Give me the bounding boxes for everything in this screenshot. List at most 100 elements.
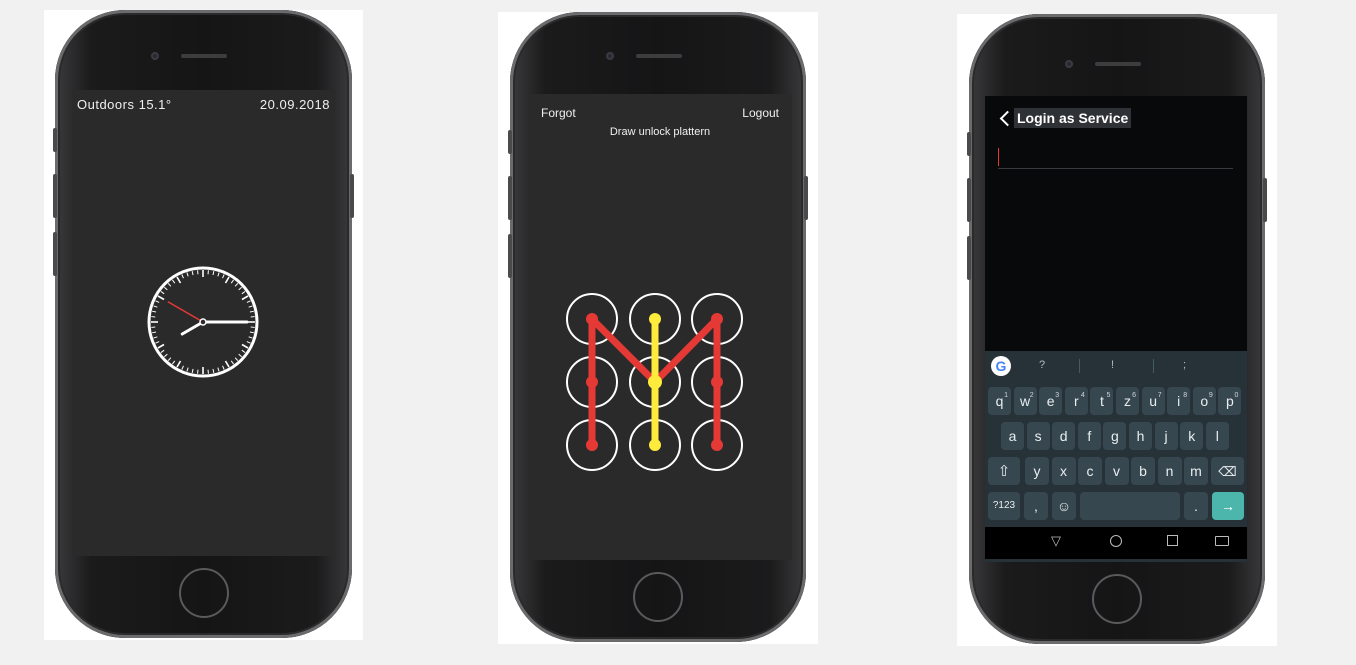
home-button[interactable] (633, 572, 683, 622)
clock-tick (155, 300, 160, 303)
key-g[interactable]: g (1103, 422, 1127, 450)
key-v[interactable]: v (1104, 457, 1129, 485)
power-button (1263, 178, 1267, 222)
clock-tick (224, 276, 230, 284)
clock-tick (222, 274, 225, 279)
back-triangle-icon[interactable]: ▽ (1051, 533, 1061, 549)
earpiece-speaker (1095, 62, 1141, 66)
clock-tick (172, 279, 176, 284)
key-i[interactable]: i8 (1167, 387, 1191, 415)
key-n[interactable]: n (1157, 457, 1182, 485)
home-button[interactable] (179, 568, 229, 618)
clock-tick (230, 279, 234, 284)
key-s[interactable]: s (1026, 422, 1050, 450)
key-q[interactable]: q1 (988, 387, 1011, 415)
home-circle-icon[interactable] (1110, 535, 1122, 547)
clock-tick (157, 295, 165, 301)
keyboard-switch-icon[interactable] (1215, 536, 1229, 546)
key-o[interactable]: o9 (1192, 387, 1216, 415)
enter-key[interactable]: → (1212, 492, 1244, 520)
service-password-input[interactable] (998, 148, 1233, 169)
key-x[interactable]: x (1051, 457, 1076, 485)
key-d[interactable]: d (1052, 422, 1076, 450)
key-l[interactable]: l (1205, 422, 1229, 450)
volume-down-button (508, 234, 512, 278)
key-y[interactable]: y (1025, 457, 1049, 485)
login-screen: Login as Service G ? ! ; q1w2e3r4t5z6u7i… (985, 96, 1247, 562)
logout-link[interactable]: Logout (742, 106, 779, 120)
key-c[interactable]: c (1078, 457, 1102, 485)
key-e[interactable]: e3 (1039, 387, 1063, 415)
clock-tick (191, 271, 194, 276)
key-a[interactable]: a (1001, 422, 1024, 450)
home-button[interactable] (1092, 574, 1142, 624)
key-w[interactable]: w2 (1013, 387, 1037, 415)
key-h[interactable]: h (1129, 422, 1152, 450)
suggestion-item[interactable]: ? (1039, 359, 1045, 371)
key-f[interactable]: f (1077, 422, 1101, 450)
key-t[interactable]: t5 (1090, 387, 1114, 415)
front-camera (1065, 60, 1073, 68)
clock-tick (160, 349, 165, 353)
key-k[interactable]: k (1180, 422, 1204, 450)
emoji-key[interactable]: ☺ (1052, 492, 1076, 520)
clock-tick (186, 272, 189, 277)
clock-tick (241, 291, 246, 295)
forgot-link[interactable]: Forgot (541, 106, 576, 120)
suggestion-divider (1079, 359, 1080, 373)
recents-square-icon[interactable] (1167, 535, 1178, 546)
clock-tick (241, 343, 249, 349)
clock-tick (249, 310, 254, 313)
key-b[interactable]: b (1131, 457, 1155, 485)
google-g-icon[interactable]: G (991, 356, 1011, 376)
suggestion-item[interactable]: ; (1183, 359, 1186, 371)
clock-tick (212, 271, 215, 276)
clock-tick (238, 353, 242, 358)
clock-tick (176, 360, 182, 368)
clock-tick (191, 368, 194, 373)
suggestion-bar: G ? ! ; (985, 351, 1247, 381)
clock-tick (181, 365, 184, 370)
key-hint: 3 (1055, 392, 1060, 399)
key-hint: 8 (1183, 392, 1188, 399)
key-j[interactable]: j (1154, 422, 1178, 450)
clock-tick (248, 305, 253, 308)
chevron-left-icon (999, 110, 1016, 127)
unlock-hint: Draw unlock plattern (609, 126, 711, 138)
key-hint: 7 (1157, 392, 1162, 399)
date-label: 20.09.2018 (259, 97, 330, 112)
key-u[interactable]: u7 (1141, 387, 1165, 415)
keyboard-row-1: q1w2e3r4t5z6u7i8o9p0 (985, 387, 1247, 415)
key-r[interactable]: r4 (1064, 387, 1088, 415)
suggestion-divider (1153, 359, 1154, 373)
second-hand (167, 301, 204, 323)
key-m[interactable]: m (1184, 457, 1208, 485)
key-hint: 2 (1029, 392, 1034, 399)
page-title: Login as Service (1014, 108, 1132, 128)
volume-down-button (967, 236, 971, 280)
symbols-key[interactable]: ?123 (988, 492, 1020, 520)
phone-card-login: Login as Service G ? ! ; q1w2e3r4t5z6u7i… (957, 14, 1277, 646)
clock-tick (167, 357, 172, 361)
clock-tick (157, 343, 165, 349)
navigation-bar: ▽ (985, 527, 1247, 559)
key-p[interactable]: p0 (1218, 387, 1242, 415)
phone-frame: Login as Service G ? ! ; q1w2e3r4t5z6u7i… (967, 14, 1267, 644)
keyboard-row-2: asdfghjkl (985, 422, 1247, 450)
clock-tick (234, 357, 239, 361)
backspace-key[interactable]: ⌫ (1211, 457, 1244, 485)
back-button[interactable] (999, 110, 1016, 128)
pattern-stroke (588, 315, 659, 386)
side-button (508, 130, 512, 154)
comma-key[interactable]: , (1024, 492, 1048, 520)
clock-tick (152, 331, 157, 334)
side-button (53, 128, 57, 152)
key-z[interactable]: z6 (1116, 387, 1139, 415)
clock-tick (164, 286, 168, 291)
shift-key[interactable]: ⇧ (988, 457, 1020, 485)
space-key[interactable] (1080, 492, 1180, 520)
suggestion-item[interactable]: ! (1111, 359, 1114, 371)
outdoor-temperature: Outdoors 15.1° (77, 97, 172, 112)
period-key[interactable]: . (1184, 492, 1208, 520)
pattern-grid[interactable] (528, 284, 792, 484)
